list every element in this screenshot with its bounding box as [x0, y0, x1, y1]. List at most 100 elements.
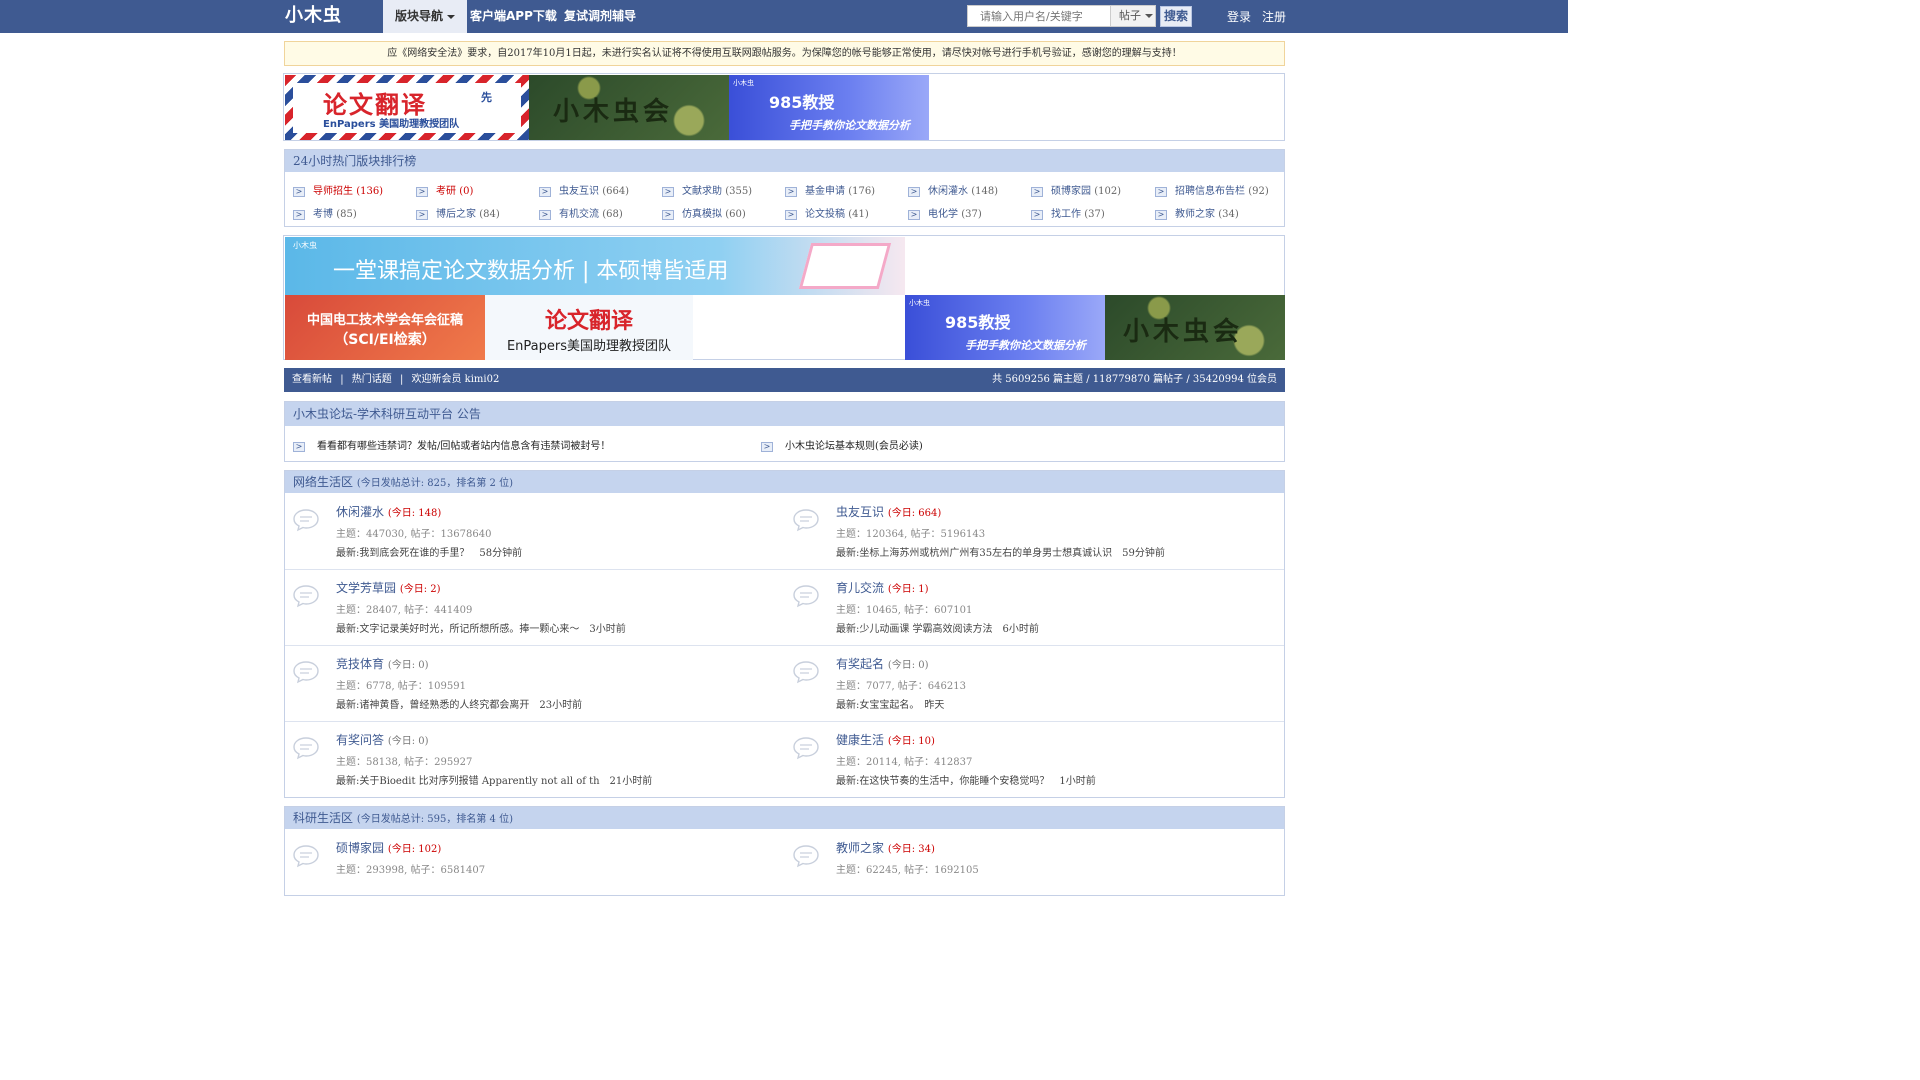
ranking-item-name: 招聘信息布告栏 [1175, 186, 1245, 197]
forum-stats: 主题：120364, 帖子：5196143 [836, 529, 986, 540]
zone-title[interactable]: 网络生活区 [293, 475, 353, 489]
ad-translation2-title: 论文翻译 [544, 309, 633, 334]
forum-name-link[interactable]: 文学芳草园 [336, 581, 396, 595]
zone-info: (今日发帖总计: 825，排名第 2 位) [356, 478, 514, 489]
ranking-item[interactable]: > 论文投稿 (41) [785, 205, 869, 220]
zone-title[interactable]: 科研生活区 [293, 811, 353, 825]
forum-latest-post[interactable]: 最新:文字记录美好时光，所记所想所感。捧一颗心来～ 3小时前 [336, 620, 626, 635]
welcome-new-member[interactable]: 欢迎新会员 kimi02 [412, 374, 500, 385]
ad-professor-course-2[interactable]: 小木虫 985教授 手把手教你论文数据分析 [905, 295, 1105, 360]
arrow-right-icon: > [662, 209, 674, 220]
hot-topics-link[interactable]: 热门话题 [352, 374, 392, 385]
ad-translation-tag: 先 [481, 91, 492, 104]
forum-today-count: (今日: 2) [399, 584, 441, 595]
forum-entry: 教师之家 (今日: 34) 主题：62245, 帖子：1692105 [785, 829, 1284, 905]
ranking-item-name: 基金申请 [805, 186, 845, 197]
ranking-item[interactable]: > 导师招生 (136) [293, 182, 383, 197]
arrow-right-icon: > [293, 209, 305, 220]
forum-latest-post[interactable]: 最新:诸神黄昏，曾经熟悉的人终究都会离开 23小时前 [336, 696, 582, 711]
forum-latest-post[interactable]: 最新:我到底会死在谁的手里？ 58分钟前 [336, 544, 522, 559]
ranking-item-count: (664) [602, 186, 630, 197]
ranking-item[interactable]: > 休闲灌水 (148) [908, 182, 998, 197]
forum-name-link[interactable]: 硕博家园 [336, 841, 384, 855]
forum-latest-post[interactable]: 最新:关于Bioedit 比对序列报错 Apparently not all o… [336, 772, 652, 787]
ad-professor-title: 985教授 [769, 93, 835, 112]
ad-conference-subtitle: （SCI/EI检索） [334, 332, 436, 348]
ranking-item[interactable]: > 文献求助 (355) [662, 182, 752, 197]
arrow-right-icon: > [293, 186, 305, 197]
ranking-item[interactable]: > 有机交流 (68) [539, 205, 623, 220]
forum-latest-post[interactable]: 最新:坐标上海苏州或杭州广州有35左右的单身男士想真诚认识 59分钟前 [836, 544, 1165, 559]
ranking-item-count: (41) [848, 209, 869, 220]
ranking-item[interactable]: > 博后之家 (84) [416, 205, 500, 220]
ad-translation-banner[interactable]: 论文翻译 先 EnPapers 美国助理教授团队 [285, 75, 529, 140]
forum-stats: 主题：7077, 帖子：646213 [836, 681, 966, 692]
forum-name-link[interactable]: 虫友互识 [836, 505, 884, 519]
ranking-item[interactable]: > 考研 (0) [416, 182, 473, 197]
ranking-item[interactable]: > 找工作 (37) [1031, 205, 1105, 220]
forum-name-link[interactable]: 休闲灌水 [336, 505, 384, 519]
forum-name-link[interactable]: 竞技体育 [336, 657, 384, 671]
arrow-right-icon: > [761, 441, 773, 452]
forum-name-link[interactable]: 健康生活 [836, 733, 884, 747]
ad-xiaomuchong-event[interactable]: 小木虫会 [529, 75, 729, 140]
search-type-label: 帖子 [1119, 9, 1141, 22]
book-icon [798, 243, 892, 289]
forum-latest-post[interactable]: 最新:女宝宝起名。 昨天 [836, 696, 944, 711]
ranking-item[interactable]: > 电化学 (37) [908, 205, 982, 220]
nav-app-download[interactable]: 客户端APP下载 [470, 0, 557, 33]
nav-forum-directory[interactable]: 版块导航 [383, 0, 468, 33]
announcement-item[interactable]: > 小木虫论坛基本规则(会员必读) [761, 437, 923, 452]
site-logo[interactable]: 小木虫 [285, 6, 367, 26]
forum-stats-bar: 查看新帖 | 热门话题 | 欢迎新会员 kimi02 共 5609256 篇主题… [284, 368, 1285, 392]
ranking-item[interactable]: > 招聘信息布告栏 (92) [1155, 182, 1269, 197]
ranking-item-name: 教师之家 [1175, 209, 1215, 220]
ad-electrotechnical-conference[interactable]: 中国电工技术学会年会征稿 （SCI/EI检索） [285, 295, 485, 360]
login-link[interactable]: 登录 [1227, 8, 1251, 25]
search-input[interactable] [967, 5, 1111, 27]
ranking-item[interactable]: > 基金申请 (176) [785, 182, 875, 197]
ranking-item[interactable]: > 考博 (85) [293, 205, 357, 220]
ranking-item[interactable]: > 虫友互识 (664) [539, 182, 629, 197]
arrow-right-icon: > [539, 209, 551, 220]
ranking-item-count: (37) [1084, 209, 1105, 220]
forum-entry: 有奖问答 (今日: 0) 主题：58138, 帖子：295927 最新:关于Bioe… [285, 721, 784, 797]
arrow-right-icon: > [1031, 209, 1043, 220]
ad-translation-banner-2[interactable]: 论文翻译 EnPapers美国助理教授团队 [485, 295, 693, 360]
search-button[interactable]: 搜索 [1160, 6, 1192, 27]
ad-professor-logo: 小木虫 [733, 79, 754, 87]
arrow-right-icon: > [293, 441, 305, 452]
new-posts-link[interactable]: 查看新帖 [292, 374, 332, 385]
forum-name-link[interactable]: 有奖问答 [336, 733, 384, 747]
ranking-item-count: (355) [725, 186, 753, 197]
search-type-select[interactable]: 帖子 [1111, 5, 1156, 27]
ad-data-analysis-course[interactable]: 小木虫 一堂课搞定论文数据分析 | 本硕博皆适用 [285, 237, 905, 295]
nav-retest-guide[interactable]: 复试调剂辅导 [564, 0, 636, 33]
ranking-item[interactable]: > 仿真模拟 (60) [662, 205, 746, 220]
forum-title: 教师之家 (今日: 34) [836, 839, 935, 856]
forum-name-link[interactable]: 教师之家 [836, 841, 884, 855]
forum-title: 休闲灌水 (今日: 148) [336, 503, 441, 520]
ranking-item-count: (176) [848, 186, 876, 197]
ranking-item[interactable]: > 教师之家 (34) [1155, 205, 1239, 220]
ranking-item-count: (34) [1218, 209, 1239, 220]
ranking-item[interactable]: > 硕博家园 (102) [1031, 182, 1121, 197]
ad-xiaomuchong-event-2[interactable]: 小木虫会 [1105, 295, 1285, 360]
chat-bubble-icon [793, 845, 819, 868]
forum-title: 健康生活 (今日: 10) [836, 731, 935, 748]
forum-name-link[interactable]: 有奖起名 [836, 657, 884, 671]
ranking-item-count: (60) [725, 209, 746, 220]
chevron-down-icon [1145, 14, 1153, 18]
forum-latest-post[interactable]: 最新:少儿动画课 学霸高效阅读方法 6小时前 [836, 620, 1039, 635]
ranking-item-name: 文献求助 [682, 186, 722, 197]
announcement-item[interactable]: > 看看都有哪些违禁词？发帖/回帖或者站内信息含有违禁词被封号！ [293, 437, 610, 452]
forum-entry: 有奖起名 (今日: 0) 主题：7077, 帖子：646213 最新:女宝宝起名。 … [785, 645, 1284, 721]
forum-latest-post[interactable]: 最新:在这快节奏的生活中，你能睡个安稳觉吗？ 1小时前 [836, 772, 1096, 787]
ranking-item-count: (37) [961, 209, 982, 220]
forum-entry: 休闲灌水 (今日: 148) 主题：447030, 帖子：13678640 最新:我… [285, 493, 784, 569]
forum-name-link[interactable]: 育儿交流 [836, 581, 884, 595]
register-link[interactable]: 注册 [1262, 8, 1286, 25]
chat-bubble-icon [293, 585, 319, 608]
ad-professor-course[interactable]: 小木虫 985教授 手把手教你论文数据分析 [729, 75, 929, 140]
chat-bubble-icon [293, 509, 319, 532]
